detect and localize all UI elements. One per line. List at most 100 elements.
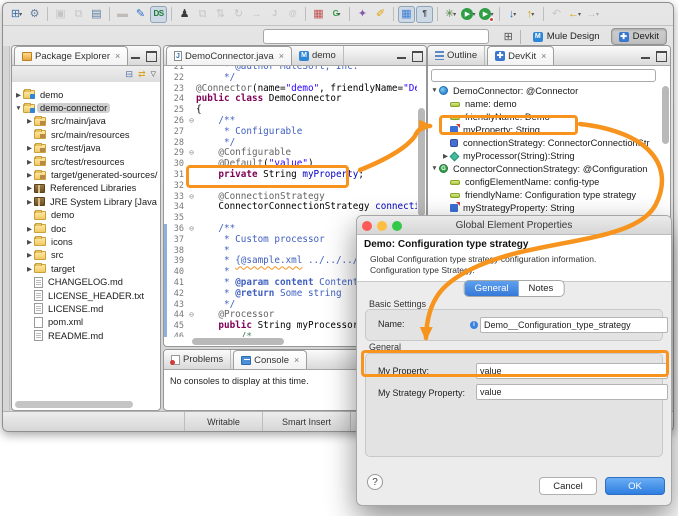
minimize-icon[interactable] <box>641 51 651 60</box>
tree-item-target-generated-sources-mule[interactable]: ▶target/generated-sources/mule <box>12 168 158 181</box>
code-line-24[interactable]: 24public class DemoConnector <box>164 94 417 105</box>
close-icon[interactable]: × <box>115 51 120 61</box>
dropdown-arrow-icon[interactable]: ▾ <box>513 11 516 18</box>
fold-collapse-icon[interactable]: ⊖ <box>187 310 196 321</box>
dropdown-arrow-icon[interactable]: ▾ <box>337 11 340 18</box>
close-icon[interactable]: × <box>279 51 284 61</box>
tree-item-src-test-java[interactable]: ▶src/test/java <box>12 142 158 155</box>
vertical-scrollbar[interactable] <box>418 108 425 216</box>
devkit-item-democonnector-connector[interactable]: ▼DemoConnector: @Connector <box>428 84 668 97</box>
coverage-grid-icon[interactable]: ▦ <box>310 6 327 23</box>
tab-devkit[interactable]: ✚DevKit× <box>487 46 554 65</box>
devkit-item-myproperty-string[interactable]: myProperty: String <box>428 123 668 136</box>
dialog-titlebar[interactable]: Global Element Properties <box>357 216 671 235</box>
code-line-34[interactable]: 34 ConnectorConnectionStrategy connectio… <box>164 202 417 213</box>
tree-item-license-header-txt[interactable]: LICENSE_HEADER.txt <box>12 289 158 302</box>
tab-demo[interactable]: Mdemo <box>292 46 344 65</box>
devkit-item-name-demo[interactable]: name: demo <box>428 97 668 110</box>
expand-arrow-icon[interactable]: ▶ <box>14 91 23 99</box>
my-strategy-property-input[interactable] <box>476 384 668 400</box>
close-icon[interactable]: × <box>294 355 299 365</box>
view-menu-icon[interactable]: ▽ <box>151 71 156 78</box>
tree-item-demo[interactable]: ▶demo <box>12 88 158 101</box>
debug-icon[interactable]: ✳▾ <box>442 6 459 23</box>
fold-collapse-icon[interactable]: ⊖ <box>187 116 196 127</box>
tree-item-changelog-md[interactable]: CHANGELOG.md <box>12 275 158 288</box>
gear-icon[interactable]: ⚙ <box>26 6 43 23</box>
dropdown-arrow-icon[interactable]: ▾ <box>472 11 475 18</box>
minimize-window-icon[interactable] <box>377 221 387 231</box>
tree-item-jre-system-library-java-se-7[interactable]: ▶JRE System Library [Java SE 7 <box>12 195 158 208</box>
zoom-window-icon[interactable] <box>392 221 402 231</box>
ok-button[interactable]: OK <box>605 477 665 495</box>
tree-item-readme-md[interactable]: README.md <box>12 329 158 342</box>
tree-item-demo-connector[interactable]: ▼demo-connector <box>12 101 158 114</box>
run-last-icon[interactable]: ↓▾ <box>504 6 521 23</box>
tree-item-src-test-resources[interactable]: ▶src/test/resources <box>12 155 158 168</box>
perspective-mule-design[interactable]: MMule Design <box>525 28 608 45</box>
run-as-user-icon[interactable]: ♟ <box>176 6 193 23</box>
expand-arrow-icon[interactable]: ▶ <box>25 225 34 233</box>
expand-arrow-icon[interactable]: ▶ <box>25 158 34 166</box>
close-window-icon[interactable] <box>362 221 372 231</box>
expand-arrow-icon[interactable]: ▶ <box>25 265 34 273</box>
my-property-input[interactable] <box>476 363 668 379</box>
palette-icon[interactable]: ▦ <box>398 6 415 23</box>
minimize-icon[interactable] <box>131 51 141 60</box>
show-whitespace-icon[interactable]: ¶ <box>416 6 433 23</box>
devkit-item-connectorconnectionstrategy-configuration[interactable]: ▼GConnectorConnectionStrategy: @Configur… <box>428 162 668 175</box>
tab-package-explorer[interactable]: Package Explorer × <box>14 46 128 65</box>
format-brush-icon[interactable]: ✐ <box>372 6 389 23</box>
tab-democonnector-java[interactable]: JDemoConnector.java× <box>166 46 292 65</box>
code-line-31[interactable]: 31 private String myProperty; <box>164 170 417 181</box>
expand-arrow-icon[interactable]: ▼ <box>14 105 23 112</box>
maximize-icon[interactable] <box>412 51 422 60</box>
horizontal-scrollbar[interactable] <box>192 338 284 345</box>
devkit-item-mystrategyproperty-string[interactable]: myStrategyProperty: String <box>428 201 668 214</box>
dropdown-arrow-icon[interactable]: ▾ <box>531 11 534 18</box>
expand-arrow-icon[interactable]: ▶ <box>25 117 34 125</box>
tree-item-src[interactable]: ▶src <box>12 249 158 262</box>
expand-arrow-icon[interactable]: ▶ <box>25 144 34 152</box>
dropdown-arrow-icon[interactable]: ▾ <box>19 11 22 18</box>
print-icon[interactable]: ▤ <box>88 6 105 23</box>
back-icon[interactable]: ←▾ <box>566 6 583 23</box>
tab-console[interactable]: Console× <box>233 350 307 369</box>
tab-problems[interactable]: Problems <box>164 350 231 369</box>
expand-arrow-icon[interactable]: ▶ <box>25 238 34 246</box>
dropdown-arrow-icon[interactable]: ▾ <box>578 11 581 18</box>
tree-item-src-main-resources[interactable]: src/main/resources <box>12 128 158 141</box>
maximize-icon[interactable] <box>146 51 156 60</box>
expand-arrow-icon[interactable]: ▶ <box>25 251 34 259</box>
new-wizard-icon[interactable]: ⊞▾ <box>8 6 25 23</box>
name-input[interactable] <box>480 317 668 333</box>
fold-collapse-icon[interactable]: ⊖ <box>187 148 196 159</box>
tab-general[interactable]: General <box>465 281 519 296</box>
tab-outline[interactable]: Outline <box>428 46 485 65</box>
help-button[interactable]: ? <box>367 474 383 490</box>
tree-item-referenced-libraries[interactable]: ▶Referenced Libraries <box>12 182 158 195</box>
devkit-item-connectionstrategy-connectorconnectionstr[interactable]: connectionStrategy: ConnectorConnectionS… <box>428 136 668 149</box>
fold-collapse-icon[interactable]: ⊖ <box>187 224 196 235</box>
tree-item-pom-xml[interactable]: pom.xml <box>12 316 158 329</box>
close-icon[interactable]: × <box>541 51 546 61</box>
vertical-scrollbar[interactable] <box>662 86 669 144</box>
devkit-item-friendlyname-configuration-type-strategy[interactable]: friendlyName: Configuration type strateg… <box>428 188 668 201</box>
profile-icon[interactable]: ▶▾ <box>478 6 495 23</box>
tree-item-doc[interactable]: ▶doc <box>12 222 158 235</box>
collapse-all-icon[interactable]: ⊟ <box>126 70 134 79</box>
run-external-icon[interactable]: ↑▾ <box>522 6 539 23</box>
tree-item-demo[interactable]: demo <box>12 209 158 222</box>
minimize-icon[interactable] <box>397 51 407 60</box>
cancel-button[interactable]: Cancel <box>539 477 597 495</box>
horizontal-scrollbar[interactable] <box>15 401 133 408</box>
devkit-filter-input[interactable] <box>431 69 656 82</box>
tree-item-license-md[interactable]: LICENSE.md <box>12 302 158 315</box>
expand-arrow-icon[interactable]: ▶ <box>25 171 34 179</box>
open-perspective-icon[interactable]: ⊞ <box>501 29 516 44</box>
devkit-item-myprocessor-string-string[interactable]: ▶myProcessor(String):String <box>428 149 668 162</box>
maximize-icon[interactable] <box>656 51 666 60</box>
inspect-icon[interactable]: ✦ <box>354 6 371 23</box>
tree-item-src-main-java[interactable]: ▶src/main/java <box>12 115 158 128</box>
new-mule-flow-icon[interactable]: ✎ <box>132 6 149 23</box>
